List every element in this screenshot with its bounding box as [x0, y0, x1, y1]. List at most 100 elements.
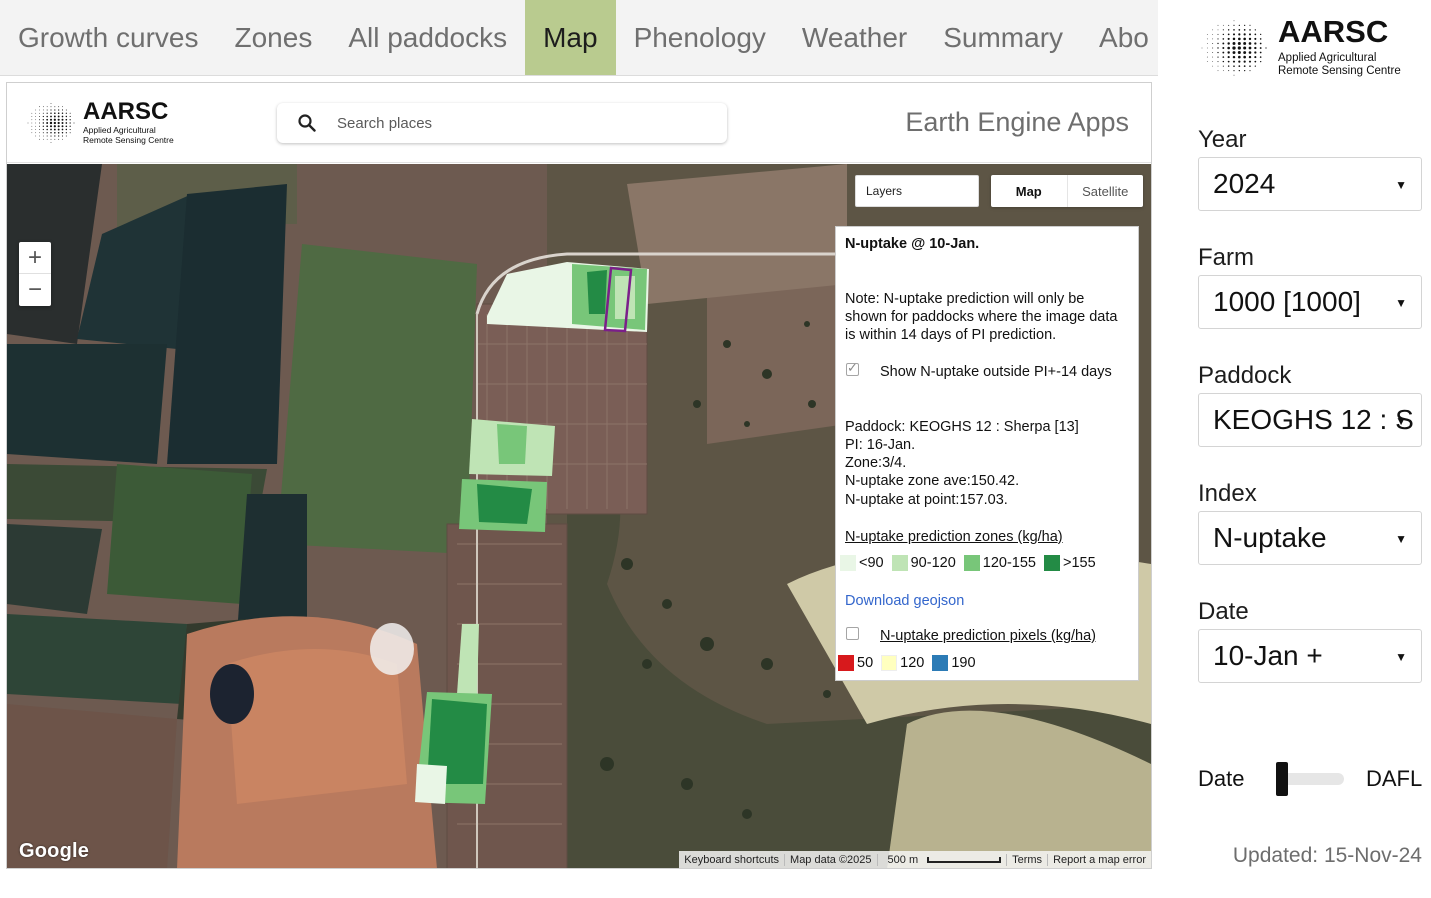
- tab-zones[interactable]: Zones: [217, 0, 331, 75]
- logo-dot: [1243, 51, 1247, 54]
- farm-select[interactable]: 1000 [1000] ▼: [1198, 275, 1422, 329]
- search-input[interactable]: [337, 114, 697, 132]
- tab-map[interactable]: Map: [525, 0, 616, 75]
- logo-dot: [1243, 33, 1246, 36]
- layers-dropdown[interactable]: Layers: [855, 175, 979, 207]
- logo-dot: [1259, 47, 1262, 49]
- tab-all-paddocks[interactable]: All paddocks: [330, 0, 525, 75]
- report-map-error-link[interactable]: Report a map error: [1047, 853, 1151, 866]
- logo-dot: [57, 118, 60, 121]
- logo-dot: [50, 112, 52, 114]
- logo-dot: [31, 132, 33, 134]
- logo-dot: [1222, 42, 1225, 45]
- logo-dot: [1217, 38, 1219, 40]
- logo-dot: [1228, 24, 1230, 26]
- year-select[interactable]: 2024 ▼: [1198, 157, 1422, 211]
- logo-dot: [1254, 42, 1257, 45]
- show-outside-checkbox[interactable]: [846, 360, 859, 376]
- date-label: Date: [1198, 598, 1249, 625]
- legend-swatch: [932, 655, 949, 671]
- logo-dot: [54, 109, 56, 111]
- logo-dot: [50, 115, 52, 118]
- logo-dot: [42, 132, 44, 134]
- logo-dot: [1212, 61, 1214, 62]
- logo-dot: [50, 142, 52, 143]
- tab-weather[interactable]: Weather: [784, 0, 925, 75]
- logo-dot: [1248, 60, 1252, 63]
- logo-dot: [1227, 60, 1230, 63]
- date-dafl-toggle-thumb[interactable]: [1276, 762, 1288, 796]
- pixels-checkbox[interactable]: [846, 627, 859, 640]
- logo-dot: [65, 128, 68, 131]
- app-header: AARSC Applied Agricultural Remote Sensin…: [7, 83, 1151, 163]
- tab-about[interactable]: Abo: [1081, 0, 1158, 75]
- terms-link[interactable]: Terms: [1006, 853, 1047, 866]
- logo-dot: [1249, 24, 1251, 26]
- logo-dot: [1249, 29, 1251, 31]
- scale-bar-icon: [927, 856, 1002, 863]
- paddock-select[interactable]: KEOGHS 12 : S ▼: [1198, 393, 1422, 447]
- logo-dot: [57, 121, 60, 125]
- zones-legend-item: <90: [840, 555, 884, 571]
- tab-phenology[interactable]: Phenology: [616, 0, 784, 75]
- updated-timestamp: Updated: 15-Nov-24: [1232, 844, 1422, 867]
- logo-dot: [42, 109, 44, 111]
- search-places-box[interactable]: [277, 103, 727, 143]
- logo-dot: [35, 129, 37, 130]
- logo-dot: [1232, 42, 1236, 45]
- pixels-legend-item: 50: [838, 655, 873, 671]
- logo-dot: [35, 109, 37, 111]
- date-select-value: 10-Jan +: [1213, 640, 1323, 671]
- tab-summary[interactable]: Summary: [925, 0, 1081, 75]
- legend-label: 120: [900, 655, 925, 671]
- logo-dot: [61, 132, 64, 134]
- logo-dot: [1222, 51, 1225, 54]
- map-type-satellite-button[interactable]: Satellite: [1068, 175, 1144, 207]
- logo-dot: [1254, 33, 1257, 36]
- legend-swatch: [891, 555, 908, 571]
- index-select[interactable]: N-uptake ▼: [1198, 511, 1422, 565]
- map-type-map-button[interactable]: Map: [991, 175, 1068, 207]
- index-select-value: N-uptake: [1213, 522, 1327, 553]
- logo-dot: [35, 125, 37, 127]
- dropdown-caret-icon: ▼: [1395, 296, 1407, 310]
- info-paddock: Paddock: KEOGHS 12 : Sherpa [13]: [845, 419, 1079, 435]
- logo-dot: [1248, 37, 1252, 41]
- download-geojson-link[interactable]: Download geojson: [845, 592, 1130, 610]
- logo-dot: [69, 122, 71, 124]
- logo-dot: [42, 122, 45, 124]
- slider-date-label: Date: [1198, 766, 1245, 791]
- logo-dot: [69, 119, 71, 121]
- zoom-in-button[interactable]: +: [19, 242, 51, 274]
- scale-label: 500 m: [887, 853, 919, 866]
- logo-dot: [35, 119, 37, 121]
- logo-dot: [1217, 70, 1219, 72]
- tab-growth-curves[interactable]: Growth curves: [0, 0, 217, 75]
- logo-dot: [46, 138, 48, 140]
- logo-dot: [53, 115, 56, 118]
- logo-dot: [1233, 29, 1235, 31]
- logo-dot: [1217, 47, 1219, 49]
- logo-dot: [50, 132, 52, 134]
- scale-indicator[interactable]: 500 m: [876, 853, 1007, 866]
- logo-dot: [39, 106, 40, 108]
- legend-swatch: [1043, 555, 1060, 571]
- logo-dot: [31, 125, 33, 127]
- date-select[interactable]: 10-Jan + ▼: [1198, 629, 1422, 683]
- logo-dot: [35, 135, 37, 137]
- logo-dot: [1232, 46, 1236, 50]
- zoom-out-button[interactable]: −: [19, 274, 51, 306]
- logo-dot: [1233, 74, 1235, 76]
- logo-dot: [38, 122, 41, 124]
- aarsc-logo-icon: AARSC Applied Agricultural Remote Sensin…: [1201, 14, 1401, 77]
- logo-dot: [1217, 61, 1219, 63]
- logo-dot: [1217, 29, 1219, 31]
- logo-dot: [54, 106, 56, 108]
- earth-engine-app-frame: AARSC Applied Agricultural Remote Sensin…: [6, 82, 1152, 869]
- map-canvas[interactable]: + − Layers Map Satellite N-uptake @ 10-J…: [7, 164, 1151, 868]
- logo-dot: [1248, 33, 1252, 36]
- logo-dot: [1243, 28, 1246, 31]
- logo-dot: [1259, 56, 1262, 58]
- logo-dot: [39, 135, 40, 137]
- keyboard-shortcuts-link[interactable]: Keyboard shortcuts: [679, 854, 784, 866]
